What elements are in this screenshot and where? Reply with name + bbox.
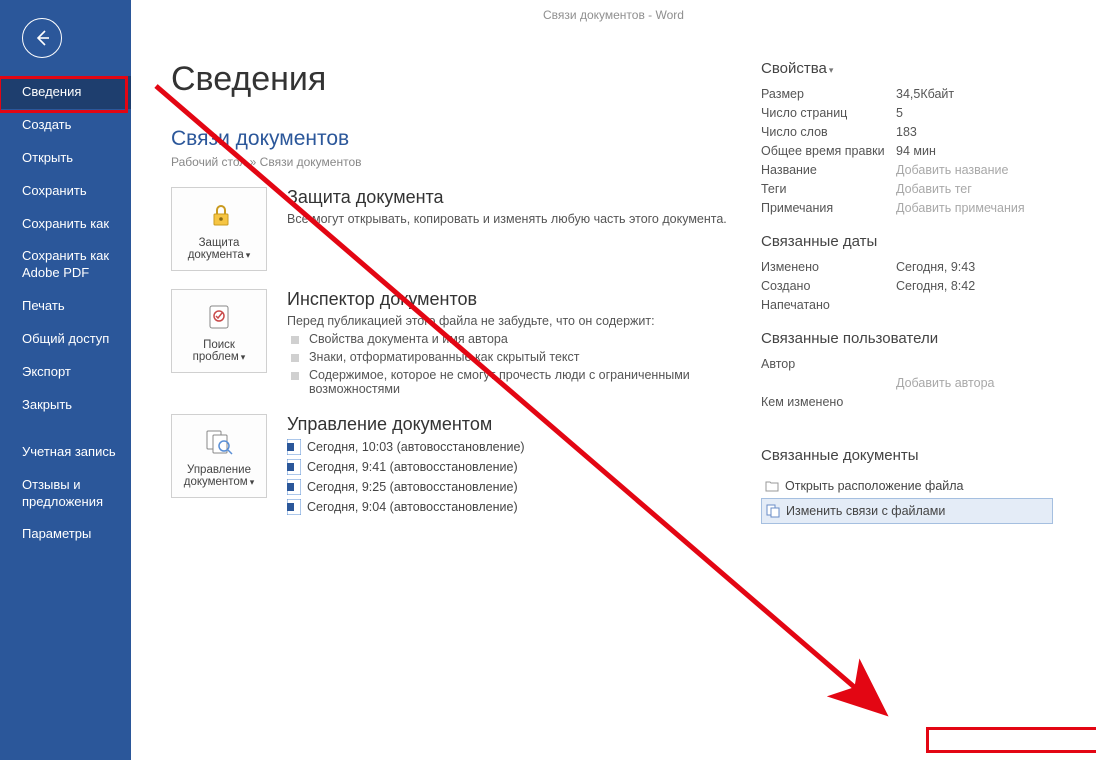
word-file-icon (287, 439, 301, 455)
sidebar-item-info[interactable]: Сведения (0, 76, 131, 109)
annotation-box (926, 727, 1096, 753)
date-value: Сегодня, 9:43 (896, 260, 975, 274)
backstage-sidebar: Сведения Создать Открыть Сохранить Сохра… (0, 0, 131, 760)
breadcrumb: Рабочий стол » Связи документов (171, 155, 761, 169)
sidebar-item-account[interactable]: Учетная запись (0, 436, 131, 469)
related-documents-heading: Связанные документы (761, 447, 1053, 464)
prop-value-placeholder[interactable]: Добавить примечания (896, 201, 1025, 215)
protect-document-tile[interactable]: Защита документа▾ (171, 187, 267, 271)
prop-value: 5 (896, 106, 903, 120)
author-key: Автор (761, 357, 896, 371)
properties-heading[interactable]: Свойства▾ (761, 60, 1053, 77)
date-key: Создано (761, 279, 896, 293)
sidebar-item-new[interactable]: Создать (0, 109, 131, 142)
chevron-down-icon: ▾ (241, 352, 246, 362)
sidebar-item-feedback[interactable]: Отзывы и предложения (0, 469, 131, 519)
prop-key: Общее время правки (761, 144, 896, 158)
prop-key: Число слов (761, 125, 896, 139)
sidebar-item-export[interactable]: Экспорт (0, 356, 131, 389)
links-icon (766, 504, 780, 518)
date-value: Сегодня, 8:42 (896, 279, 975, 293)
version-entry[interactable]: Сегодня, 10:03 (автовосстановление) (287, 439, 761, 455)
date-key: Изменено (761, 260, 896, 274)
sidebar-item-close[interactable]: Закрыть (0, 389, 131, 422)
sidebar-item-saveas-pdf[interactable]: Сохранить как Adobe PDF (0, 240, 131, 290)
inspect-document-tile[interactable]: Поиск проблем▾ (171, 289, 267, 373)
add-author[interactable]: Добавить автора (896, 376, 994, 390)
chevron-down-icon: ▾ (246, 250, 251, 260)
modified-by-key: Кем изменено (761, 395, 896, 409)
checklist-icon (204, 299, 234, 335)
manage-document-tile[interactable]: Управление документом▾ (171, 414, 267, 498)
prop-key: Примечания (761, 201, 896, 215)
inspect-bullet: Знаки, отформатированные как скрытый тек… (287, 350, 761, 364)
lock-icon (204, 197, 234, 233)
prop-value-placeholder[interactable]: Добавить тег (896, 182, 972, 196)
edit-links-to-files[interactable]: Изменить связи с файлами (761, 498, 1053, 524)
prop-key: Размер (761, 87, 896, 101)
document-title[interactable]: Связи документов (171, 127, 761, 151)
version-entry[interactable]: Сегодня, 9:04 (автовосстановление) (287, 499, 761, 515)
related-users-heading: Связанные пользователи (761, 330, 1053, 347)
main-area: Связи документов - Word Сведения Связи д… (131, 0, 1096, 760)
window-title: Связи документов - Word (131, 8, 1096, 22)
sidebar-item-saveas[interactable]: Сохранить как (0, 208, 131, 241)
word-file-icon (287, 479, 301, 495)
inspect-bullet: Содержимое, которое не смогут прочесть л… (287, 368, 761, 396)
prop-value: 183 (896, 125, 917, 139)
document-search-icon (203, 424, 235, 460)
related-dates-heading: Связанные даты (761, 233, 1053, 250)
inspect-intro: Перед публикацией этого файла не забудьт… (287, 314, 761, 328)
back-button[interactable] (22, 18, 62, 58)
version-entry[interactable]: Сегодня, 9:25 (автовосстановление) (287, 479, 761, 495)
prop-key: Название (761, 163, 896, 177)
chevron-down-icon: ▾ (829, 65, 834, 75)
prop-value: 94 мин (896, 144, 936, 158)
word-file-icon (287, 459, 301, 475)
prop-value-placeholder[interactable]: Добавить название (896, 163, 1008, 177)
back-arrow-icon (31, 27, 53, 49)
protect-heading: Защита документа (287, 187, 761, 208)
inspect-bullet: Свойства документа и имя автора (287, 332, 761, 346)
protect-text: Все могут открывать, копировать и изменя… (287, 212, 761, 226)
chevron-down-icon: ▾ (250, 477, 255, 487)
sidebar-item-options[interactable]: Параметры (0, 518, 131, 551)
word-file-icon (287, 499, 301, 515)
sidebar-item-save[interactable]: Сохранить (0, 175, 131, 208)
manage-heading: Управление документом (287, 414, 761, 435)
page-title: Сведения (171, 60, 761, 99)
open-file-location[interactable]: Открыть расположение файла (761, 474, 1053, 498)
inspect-heading: Инспектор документов (287, 289, 761, 310)
sidebar-item-open[interactable]: Открыть (0, 142, 131, 175)
prop-key: Теги (761, 182, 896, 196)
sidebar-item-print[interactable]: Печать (0, 290, 131, 323)
sidebar-item-share[interactable]: Общий доступ (0, 323, 131, 356)
date-key: Напечатано (761, 298, 896, 312)
prop-key: Число страниц (761, 106, 896, 120)
folder-icon (765, 479, 779, 493)
version-entry[interactable]: Сегодня, 9:41 (автовосстановление) (287, 459, 761, 475)
prop-value: 34,5Кбайт (896, 87, 954, 101)
